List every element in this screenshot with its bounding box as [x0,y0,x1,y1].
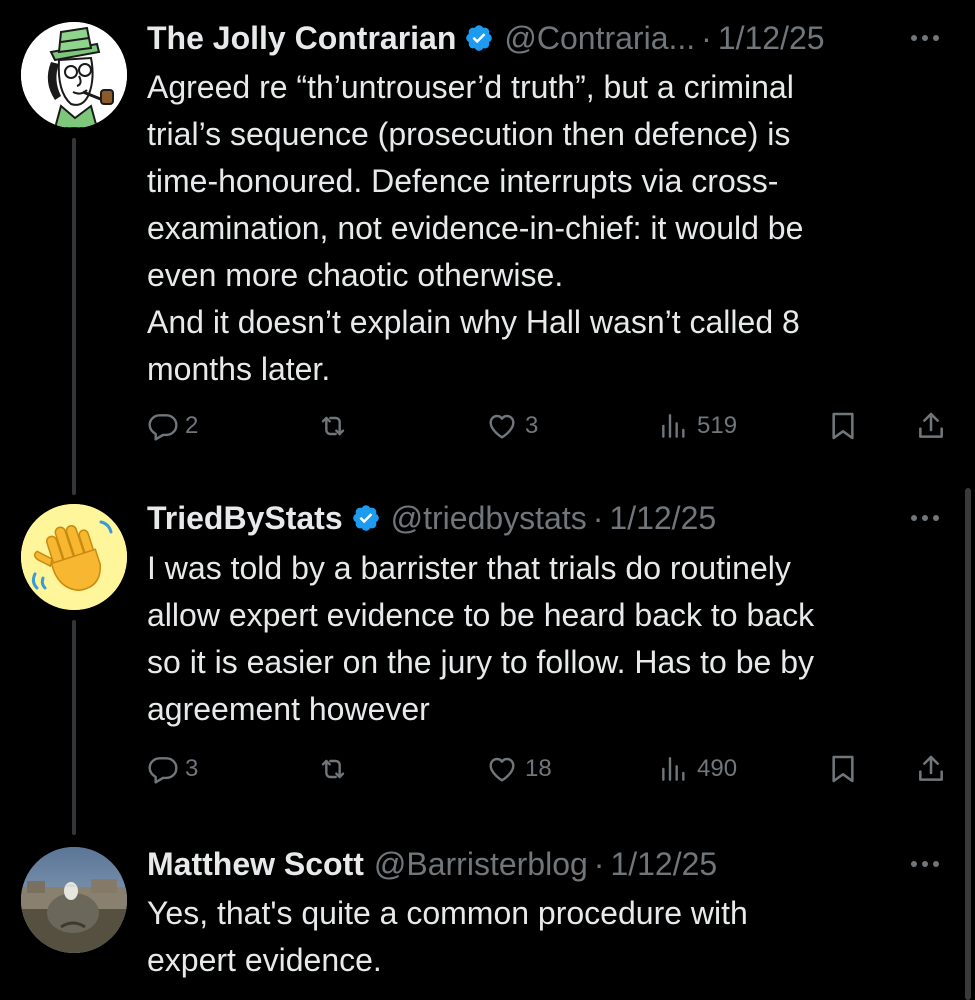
tweet-actions: 3 18 490 [147,749,957,789]
share-button[interactable] [915,406,947,446]
cartoon-man-avatar-icon [21,22,127,128]
tweet-text-line: time-honoured. Defence interrupts via cr… [147,163,779,199]
repost-icon [321,759,345,779]
tweet-actions: 2 3 519 [147,406,957,446]
tweet-date[interactable]: 1/12/25 [610,844,717,884]
views-button[interactable]: 490 [657,749,737,789]
more-dots-icon[interactable] [905,844,945,884]
tweet-text-line: And it doesn’t explain why Hall wasn’t c… [147,304,800,340]
avatar[interactable] [21,847,127,953]
bookmark-icon [832,412,854,440]
tweet-text-line: I was told by a barrister that trials do… [147,550,791,586]
separator-dot: · [701,20,712,56]
display-name[interactable]: TriedByStats [147,498,343,538]
tweet-text-line: expert evidence. [147,942,382,978]
display-name[interactable]: The Jolly Contrarian [147,18,456,58]
verified-badge-icon [351,503,381,533]
view-count: 490 [697,755,738,782]
like-count: 18 [525,755,552,782]
repost-button[interactable] [315,406,357,446]
display-name[interactable]: Matthew Scott [147,844,364,884]
more-dots-icon[interactable] [905,498,945,538]
views-chart-icon [662,414,685,438]
tweet-header: The Jolly Contrarian @Contraria... · 1/1… [147,18,945,58]
more-dots-icon[interactable] [905,18,945,58]
avatar[interactable] [21,504,127,610]
repost-icon [321,416,345,436]
tweet[interactable]: The Jolly Contrarian @Contraria... · 1/1… [0,0,975,495]
heart-icon [489,414,515,439]
tweet[interactable]: Matthew Scott @Barristerblog · 1/12/25 Y… [0,840,975,1000]
bookmark-icon [832,755,854,783]
share-icon [919,755,943,781]
tweet-text-line: agreement however [147,691,430,727]
tweet-text-line: even more chaotic otherwise. [147,257,564,293]
like-button[interactable]: 18 [485,749,552,789]
tweet-date[interactable]: 1/12/25 [609,498,716,538]
photo-avatar-icon [21,847,127,953]
tweet[interactable]: TriedByStats @triedbystats · 1/12/25 I w… [0,495,975,840]
separator-dot: · [592,500,604,536]
tweet-header: Matthew Scott @Barristerblog · 1/12/25 [147,844,945,884]
reply-count: 2 [185,412,199,439]
waving-hand-avatar-icon [21,504,127,610]
reply-button[interactable]: 2 [147,406,198,446]
scrollbar[interactable] [965,488,971,1000]
reply-icon [148,757,178,784]
tweet-text-line: examination, not evidence-in-chief: it w… [147,210,804,246]
verified-badge-icon [464,23,494,53]
separator-dot: · [593,846,605,882]
tweet-text-line: months later. [147,351,331,387]
thread-connector-line [72,138,76,495]
tweet-text-line: trial’s sequence (prosecution then defen… [147,116,791,152]
tweet-date[interactable]: 1/12/25 [718,18,825,58]
share-icon [919,412,943,438]
repost-button[interactable] [315,749,357,789]
user-handle[interactable]: @Barristerblog [374,844,588,884]
tweet-text: I was told by a barrister that trials do… [147,545,937,733]
avatar[interactable] [21,22,127,128]
heart-icon [489,757,515,782]
bookmark-button[interactable] [827,406,859,446]
reply-icon [148,414,178,441]
reply-button[interactable]: 3 [147,749,198,789]
user-handle[interactable]: @triedbystats [391,498,587,538]
tweet-text-line: allow expert evidence to be heard back t… [147,597,815,633]
share-button[interactable] [915,749,947,789]
reply-count: 3 [185,755,199,782]
user-handle[interactable]: @Contraria... [504,18,695,58]
tweet-text-line: Yes, that's quite a common procedure wit… [147,895,748,931]
bookmark-button[interactable] [827,749,859,789]
thread-connector-line [72,620,76,835]
tweet-text-line: so it is easier on the jury to follow. H… [147,644,814,680]
view-count: 519 [697,412,738,439]
views-button[interactable]: 519 [657,406,737,446]
reply-thread: The Jolly Contrarian @Contraria... · 1/1… [0,0,975,1000]
tweet-text: Yes, that's quite a common procedure wit… [147,890,937,984]
like-count: 3 [525,412,539,439]
views-chart-icon [662,757,685,781]
tweet-text: Agreed re “th’untrouser’d truth”, but a … [147,64,937,393]
tweet-header: TriedByStats @triedbystats · 1/12/25 [147,498,945,538]
like-button[interactable]: 3 [485,406,538,446]
tweet-text-line: Agreed re “th’untrouser’d truth”, but a … [147,69,794,105]
